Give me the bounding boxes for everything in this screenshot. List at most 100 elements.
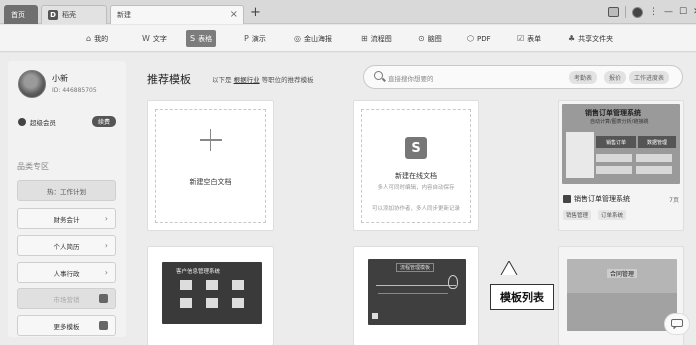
tool-label: 共享文件夹 xyxy=(578,34,614,43)
presentation-icon: P xyxy=(244,34,249,43)
zone-item-hr[interactable]: 人事行政 › xyxy=(17,262,116,283)
template-card-customer[interactable]: 客户信息管理系统 xyxy=(147,246,274,345)
spreadsheet-logo-icon: S xyxy=(405,137,427,159)
thumb-title: 销售订单管理系统 xyxy=(585,109,641,117)
tool-label: 我的 xyxy=(94,34,109,43)
tab-daoke[interactable]: D 稻壳 xyxy=(41,5,107,24)
close-tab-icon[interactable]: × xyxy=(230,9,238,20)
thumb-box: 数据管理 xyxy=(638,136,676,148)
tool-poster[interactable]: ◎ 金山海报 xyxy=(290,30,336,47)
template-pages: 7页 xyxy=(669,197,679,204)
online-note: 多人可同时编辑，内容自动保存 xyxy=(377,185,455,191)
thumb-tile xyxy=(372,313,378,319)
new-blank-card[interactable]: 新建空白文档 xyxy=(147,100,274,231)
thumb-title: 流程管理模板 xyxy=(396,263,435,272)
search-chip[interactable]: 考勤表 xyxy=(569,71,598,84)
online-note: 可以添加协作者，多人同步更新记录 xyxy=(371,206,460,212)
new-online-card[interactable]: S 新建在线文档 多人可同时编辑，内容自动保存 可以添加协作者，多人同步更新记录 xyxy=(353,100,479,231)
spreadsheet-icon: S xyxy=(190,34,196,43)
writer-icon: W xyxy=(142,34,150,43)
thumb-cell xyxy=(636,154,672,162)
template-thumbnail: 流程管理模板 xyxy=(368,259,466,325)
maximize-button[interactable]: ☐ xyxy=(679,7,687,17)
tool-spreadsheet[interactable]: S 表格 xyxy=(186,30,217,47)
tool-form[interactable]: ☑ 表单 xyxy=(513,30,545,47)
thumb-box: 销售订单 xyxy=(596,136,636,148)
thumb-tile xyxy=(232,298,244,308)
zone-item-resume[interactable]: 个人简历 › xyxy=(17,235,116,256)
thumb-tile xyxy=(232,280,244,290)
tool-mine[interactable]: ⌂ 我的 xyxy=(82,30,112,47)
chat-button[interactable] xyxy=(664,313,690,335)
new-tab-button[interactable]: + xyxy=(250,5,261,20)
callout-pointer xyxy=(500,261,518,275)
tab-home-label: 首页 xyxy=(11,11,25,19)
search-chip[interactable]: 报价 xyxy=(604,71,627,84)
user-avatar-small[interactable] xyxy=(632,6,643,18)
new-online-label: 新建在线文档 xyxy=(395,172,437,180)
card-frame xyxy=(155,109,266,223)
tool-label: 文字 xyxy=(152,34,167,43)
minimize-button[interactable]: — xyxy=(664,7,673,17)
search-icon xyxy=(374,71,383,80)
tool-shared-folder[interactable]: ♣ 共享文件夹 xyxy=(564,30,617,47)
zone-item-label: 财务会计 xyxy=(53,215,80,224)
chevron-right-icon: › xyxy=(104,268,108,277)
template-card-sales[interactable]: 销售订单管理系统 自动计算/图表分析/链接跳 销售订单 数据管理 销售订单管理系… xyxy=(558,100,684,231)
tool-pdf[interactable]: ⬡ PDF xyxy=(463,30,495,47)
zone-item-more[interactable]: 更多模板 xyxy=(17,315,116,336)
window-layout-icon[interactable] xyxy=(608,7,619,17)
zone-item-label: 更多模板 xyxy=(53,322,80,331)
template-icon xyxy=(99,321,108,330)
subtitle-suffix: 等职位的推荐模板 xyxy=(261,76,314,84)
zone-item-work-plan[interactable]: 热：工作计划 xyxy=(17,180,116,201)
form-icon: ☑ xyxy=(517,34,525,43)
recommend-subtitle: 以下是 根据行业 等职位的推荐模板 xyxy=(212,74,314,84)
tool-label: 流程图 xyxy=(370,34,392,43)
tool-writer[interactable]: W 文字 xyxy=(138,30,171,47)
thumb-cell xyxy=(596,166,632,174)
template-name: 销售订单管理系统 xyxy=(574,195,630,203)
avatar[interactable] xyxy=(18,70,46,98)
search-chip[interactable]: 工作进度表 xyxy=(629,71,670,84)
zone-item-marketing[interactable]: 市场营销 xyxy=(17,288,116,309)
template-card-process[interactable]: 流程管理模板 xyxy=(353,246,479,345)
tool-flowchart[interactable]: ⊞ 流程图 xyxy=(357,30,396,47)
daoke-logo-icon: D xyxy=(48,10,58,20)
search-placeholder: 直接搜你想要的 xyxy=(388,75,434,83)
tool-label: 表单 xyxy=(527,34,542,43)
main-content: 小新 ID: 446885705 超级会员 续费 品类专区 热：工作计划 财务会… xyxy=(0,53,696,345)
cube-icon xyxy=(99,294,108,303)
tab-home[interactable]: 首页 xyxy=(4,5,38,24)
template-tag[interactable]: 销售管理 xyxy=(563,210,592,220)
tool-presentation[interactable]: P 演示 xyxy=(240,30,270,47)
member-status: 超级会员 xyxy=(18,117,56,127)
thumb-panel xyxy=(566,132,594,178)
tab-new[interactable]: 新建 × xyxy=(110,5,244,24)
page-title: 推荐模板 xyxy=(147,73,191,86)
template-tag[interactable]: 订单系统 xyxy=(598,210,627,220)
thumb-tile xyxy=(206,280,218,290)
template-list-callout: 模板列表 xyxy=(490,284,554,310)
thumb-cell xyxy=(596,154,632,162)
menu-icon[interactable]: ⋮ xyxy=(649,7,658,17)
tool-label: 金山海报 xyxy=(303,34,332,43)
thumb-tile xyxy=(180,280,192,290)
home-icon: ⌂ xyxy=(86,34,92,43)
thumb-line xyxy=(376,285,456,286)
member-badge-icon xyxy=(18,118,26,126)
left-panel: 小新 ID: 446885705 超级会员 续费 品类专区 热：工作计划 财务会… xyxy=(8,61,126,337)
tool-mindmap[interactable]: ⊙ 脑图 xyxy=(414,30,446,47)
flowchart-icon: ⊞ xyxy=(361,34,368,43)
tab-daoke-label: 稻壳 xyxy=(62,11,76,19)
plus-icon xyxy=(199,129,222,151)
thumb-title: 合同管理 xyxy=(607,269,638,278)
industry-link[interactable]: 根据行业 xyxy=(234,76,260,84)
zone-item-label: 人事行政 xyxy=(53,269,80,278)
renew-button[interactable]: 续费 xyxy=(92,116,116,127)
search-input[interactable]: 直接搜你想要的 考勤表 报价 工作进度表 xyxy=(363,65,683,89)
user-id: ID: 446885705 xyxy=(52,87,97,94)
zone-item-finance[interactable]: 财务会计 › xyxy=(17,208,116,229)
window-controls: ⋮ — ☐ ✕ xyxy=(608,6,696,18)
chevron-right-icon: › xyxy=(104,214,108,223)
